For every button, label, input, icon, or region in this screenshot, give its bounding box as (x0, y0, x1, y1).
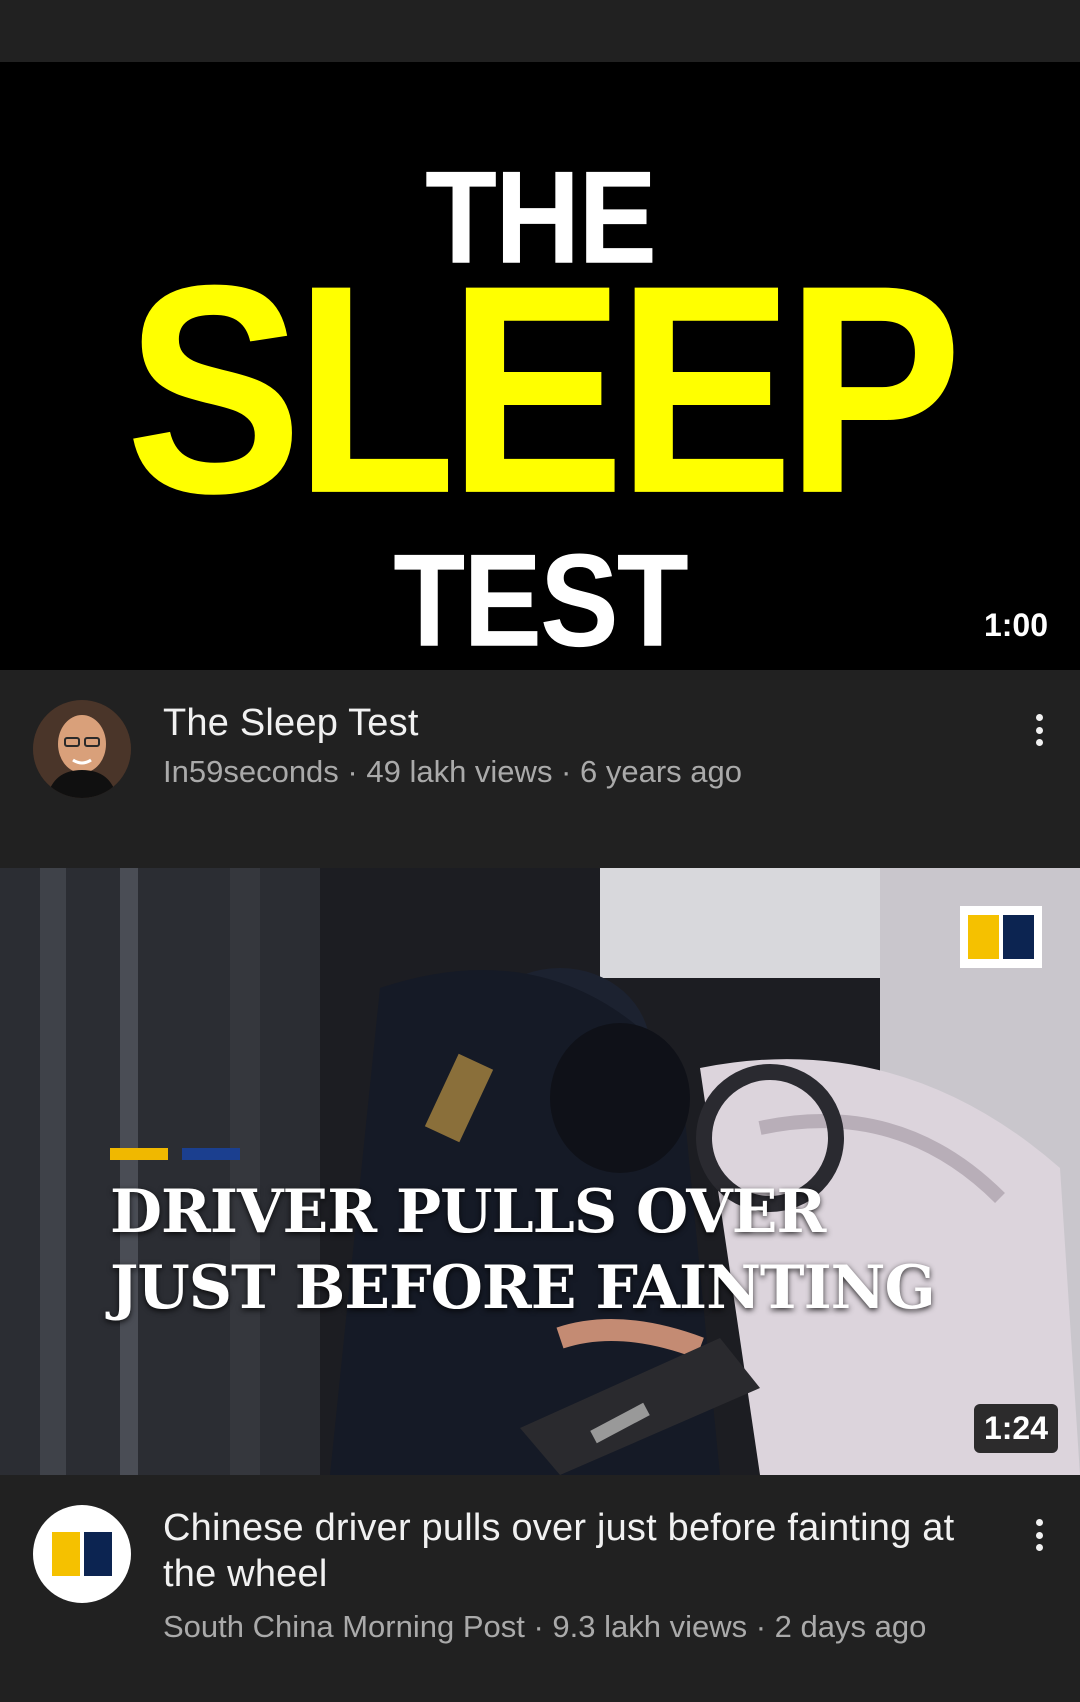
video-title[interactable]: The Sleep Test (163, 700, 976, 746)
menu-dot (1035, 1531, 1043, 1539)
channel-avatar[interactable] (33, 700, 131, 798)
video-info[interactable]: The Sleep Test In59seconds · 49 lakh vie… (163, 700, 1046, 868)
menu-dot (1035, 726, 1043, 734)
logo-yellow-block (52, 1532, 80, 1576)
duration-badge: 1:24 (973, 1404, 1058, 1453)
caption-line-1: DRIVER PULLS OVER (110, 1177, 826, 1247)
menu-dot (1035, 714, 1043, 721)
scmp-logo-icon (960, 906, 1042, 968)
video-subtitle: South China Morning Post · 9.3 lakh view… (163, 1609, 927, 1644)
top-bar (0, 0, 1080, 62)
menu-dot (1035, 1519, 1043, 1526)
more-vert-icon[interactable] (1024, 708, 1054, 752)
video-info[interactable]: Chinese driver pulls over just before fa… (163, 1505, 1046, 1647)
caption-accent-bars (110, 1148, 935, 1160)
channel-avatar[interactable] (33, 1505, 131, 1603)
logo-yellow-block (968, 915, 999, 959)
video-meta: Chinese driver pulls over just before fa… (0, 1475, 1080, 1647)
video-subtitle: In59seconds · 49 lakh views · 6 years ag… (163, 754, 742, 789)
video-title[interactable]: Chinese driver pulls over just before fa… (163, 1505, 976, 1597)
video-thumbnail-sleep-test[interactable]: THE SLEEP TEST 1:00 (0, 62, 1080, 670)
thumbnail-text-sleep: SLEEP (125, 224, 963, 556)
duration-badge: 1:00 (973, 601, 1058, 650)
more-vert-icon[interactable] (1024, 1513, 1054, 1557)
caption-line-2: JUST BEFORE FAINTING (110, 1253, 936, 1323)
logo-navy-block (1003, 915, 1034, 959)
accent-bar-blue (182, 1148, 240, 1160)
video-thumbnail-driver[interactable]: DRIVER PULLS OVER JUST BEFORE FAINTING 1… (0, 868, 1080, 1475)
thumbnail-caption: DRIVER PULLS OVER JUST BEFORE FAINTING (110, 1148, 936, 1326)
thumbnail-text-test: TEST (393, 527, 689, 670)
video-meta: The Sleep Test In59seconds · 49 lakh vie… (0, 670, 1080, 868)
logo-navy-block (84, 1532, 112, 1576)
menu-dot (1035, 1544, 1043, 1551)
accent-bar-yellow (110, 1148, 168, 1160)
avatar-photo-icon (33, 700, 131, 798)
menu-dot (1035, 739, 1043, 746)
